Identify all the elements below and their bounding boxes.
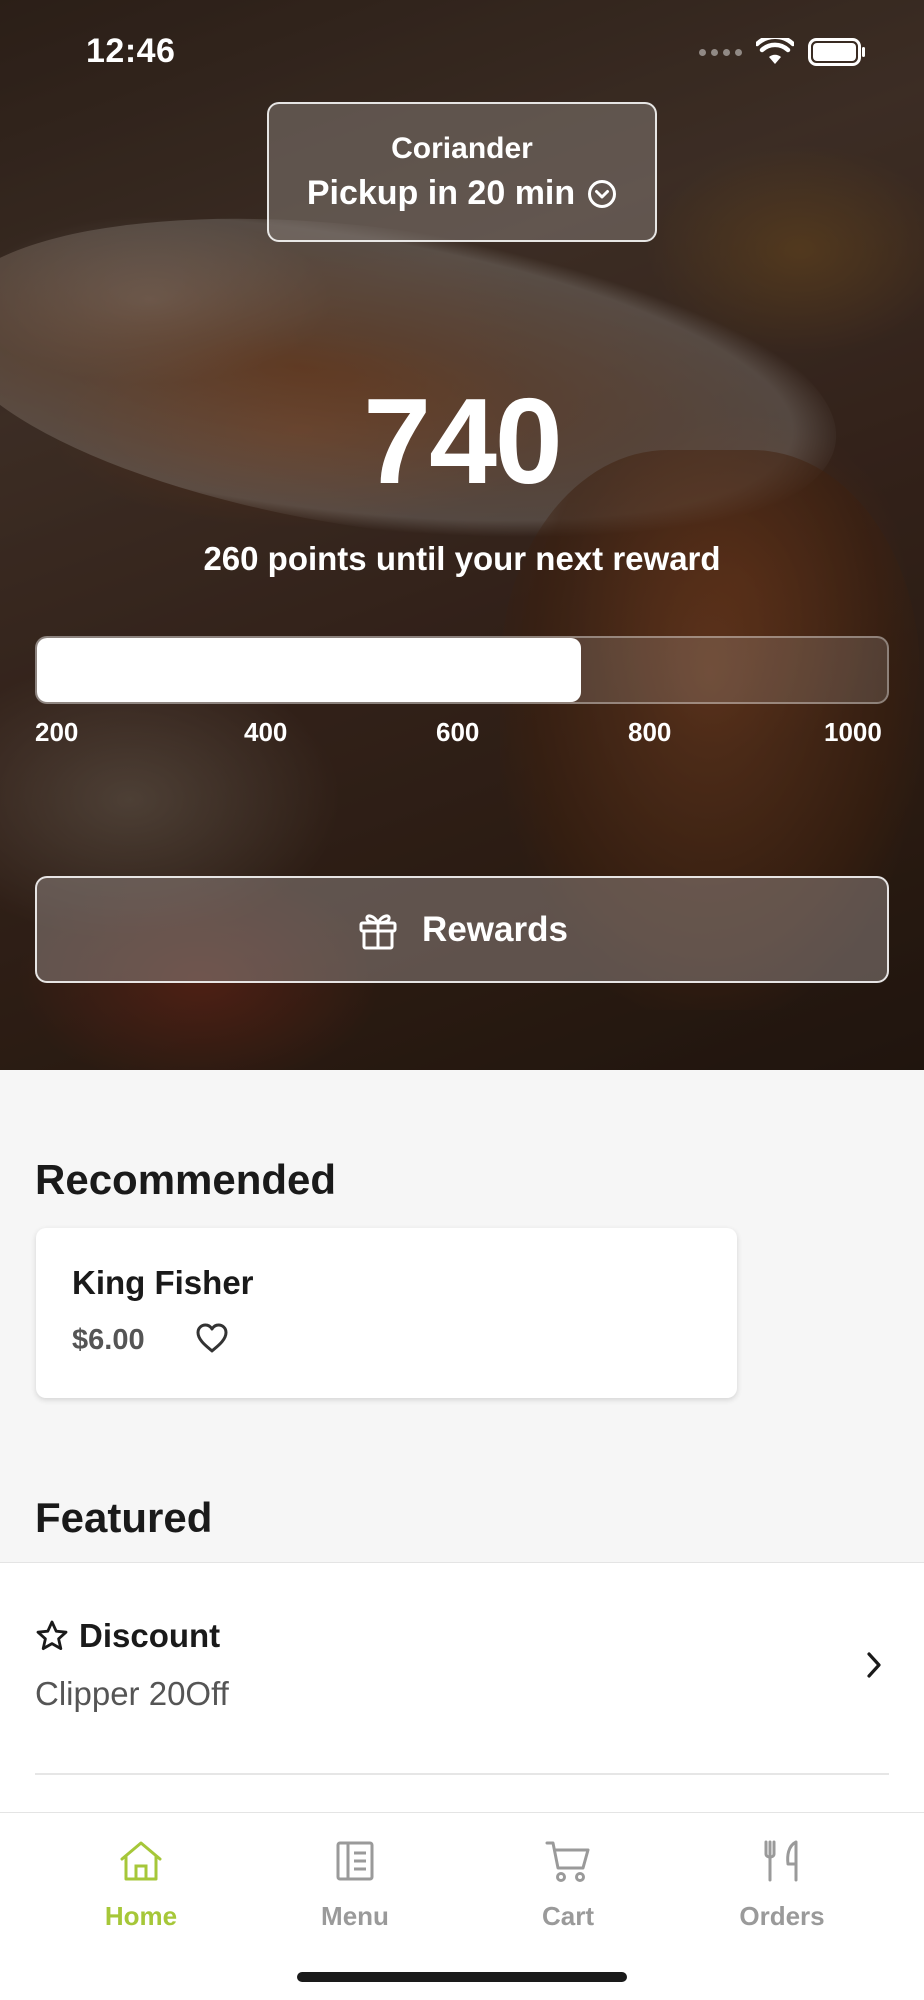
location-selector[interactable]: Coriander Pickup in 20 min xyxy=(267,102,657,242)
tab-orders-label: Orders xyxy=(739,1901,825,1931)
cellular-signal-icon xyxy=(699,48,742,56)
points-caption: 260 points until your next reward xyxy=(203,540,721,577)
recommended-item-name: King Fisher xyxy=(72,1264,254,1301)
pickup-time: Pickup in 20 min xyxy=(306,174,576,212)
recommended-item-card[interactable]: King Fisher $6.00 xyxy=(36,1228,737,1398)
tab-menu[interactable]: Menu xyxy=(255,1835,455,1955)
orders-icon xyxy=(756,1835,808,1887)
tab-home[interactable]: Home xyxy=(41,1835,241,1955)
rewards-button[interactable]: Rewards xyxy=(35,876,889,983)
progress-label-200: 200 xyxy=(35,717,79,747)
favorite-heart-icon[interactable] xyxy=(192,1318,232,1358)
featured-divider xyxy=(35,1773,889,1775)
progress-label-600: 600 xyxy=(436,717,480,747)
tab-home-label: Home xyxy=(104,1901,178,1931)
featured-item-discount[interactable]: Discount Clipper 20Off xyxy=(0,1563,924,1773)
battery-icon xyxy=(808,38,865,66)
featured-list: Discount Clipper 20Off xyxy=(0,1562,924,1812)
featured-heading: Featured xyxy=(35,1494,213,1541)
rewards-button-label: Rewards xyxy=(422,909,568,949)
pickup-row: Pickup in 20 min xyxy=(269,174,655,213)
progress-label-400: 400 xyxy=(244,717,288,747)
rewards-progress-fill xyxy=(37,638,581,702)
menu-icon xyxy=(329,1835,381,1887)
rewards-progress-bar xyxy=(35,636,889,704)
home-indicator xyxy=(297,1972,627,1982)
hero-banner: 12:46 Coriander Pickup in 20 min 740 260… xyxy=(0,0,924,1070)
status-time: 12:46 xyxy=(86,32,176,70)
progress-label-1000: 1000 xyxy=(824,717,882,747)
progress-label-800: 800 xyxy=(628,717,672,747)
tab-cart-label: Cart xyxy=(541,1901,594,1931)
tab-menu-label: Menu xyxy=(321,1901,389,1931)
tab-orders[interactable]: Orders xyxy=(682,1835,882,1955)
status-bar: 12:46 xyxy=(0,0,924,100)
restaurant-name: Coriander xyxy=(391,132,533,165)
chevron-right-icon xyxy=(867,1652,881,1678)
recommended-item-price: $6.00 xyxy=(72,1324,145,1356)
recommended-heading: Recommended xyxy=(35,1156,337,1203)
featured-item-subtitle: Clipper 20Off xyxy=(35,1675,229,1712)
chevron-down-circle-icon xyxy=(588,179,617,208)
tab-cart[interactable]: Cart xyxy=(468,1835,668,1955)
points-balance: 740 xyxy=(363,373,563,509)
featured-item-label: Discount xyxy=(79,1617,221,1654)
featured-item-head: Discount xyxy=(35,1617,220,1655)
home-icon xyxy=(115,1835,167,1887)
star-icon xyxy=(36,1620,68,1650)
gift-icon xyxy=(359,913,397,949)
wifi-icon xyxy=(756,38,794,64)
cart-icon xyxy=(542,1835,594,1887)
status-icons xyxy=(699,36,866,68)
